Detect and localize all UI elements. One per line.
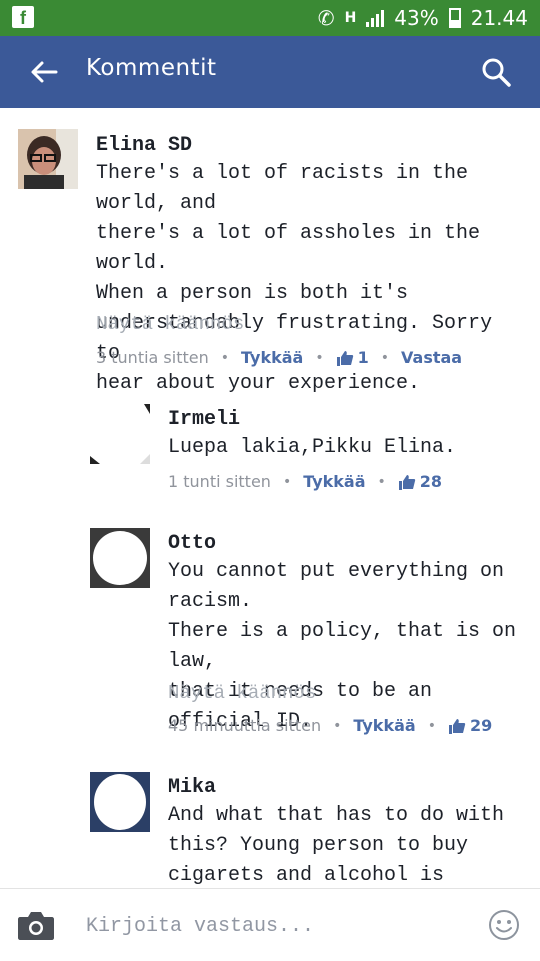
comment-timestamp: 1 tunti sitten <box>168 472 271 491</box>
like-count: 29 <box>469 716 493 735</box>
phone-icon: ✆ <box>317 6 335 30</box>
status-bar: f ✆ H 43% 21.44 <box>0 0 540 36</box>
avatar[interactable] <box>90 772 150 832</box>
page-title: Kommentit <box>86 55 217 81</box>
reply-input[interactable] <box>84 909 468 943</box>
comment-meta: 45 minuuttia sitten • Tykkää • 29 <box>168 716 492 735</box>
comment-item: Elina SD There's a lot of racists in the… <box>0 108 540 395</box>
see-translation-link[interactable]: Näytä käännös <box>96 313 244 335</box>
see-translation-link[interactable]: Näytä käännös <box>168 682 316 704</box>
like-count: 1 <box>357 348 369 367</box>
profile-photo <box>90 528 150 588</box>
comment-meta: 1 tunti sitten • Tykkää • 28 <box>168 472 442 491</box>
profile-photo <box>18 129 78 189</box>
comment-timestamp: 3 tuntia sitten <box>96 348 209 367</box>
camera-icon[interactable] <box>16 907 56 943</box>
separator-dot: • <box>377 473 386 490</box>
profile-photo <box>90 404 150 464</box>
comment-text: Luepa lakia,Pikku Elina. <box>168 436 457 459</box>
like-count-badge[interactable]: 29 <box>448 716 492 735</box>
signal-icon <box>366 9 385 27</box>
like-button[interactable]: Tykkää <box>353 716 415 735</box>
like-button[interactable]: Tykkää <box>303 472 365 491</box>
thumbs-up-icon <box>448 718 466 734</box>
reply-composer <box>0 888 540 961</box>
emoji-icon[interactable] <box>488 909 520 941</box>
comment-author[interactable]: Otto <box>168 532 216 555</box>
avatar[interactable] <box>90 528 150 588</box>
reply-item: Otto You cannot put everything on racism… <box>0 522 540 752</box>
battery-icon <box>448 8 461 28</box>
separator-dot: • <box>333 717 342 734</box>
comment-timestamp: 45 minuuttia sitten <box>168 716 322 735</box>
comment-text: You cannot put everything on racism. The… <box>168 560 517 733</box>
like-button[interactable]: Tykkää <box>241 348 303 367</box>
separator-dot: • <box>427 717 436 734</box>
avatar[interactable] <box>18 129 78 189</box>
status-icons: ✆ H 43% 21.44 <box>318 0 528 36</box>
clock: 21.44 <box>470 6 528 30</box>
reply-button[interactable]: Vastaa <box>401 348 462 367</box>
separator-dot: • <box>220 349 230 366</box>
thumbs-up-icon <box>398 474 415 490</box>
app-bar: Kommentit <box>0 36 540 108</box>
separator-dot: • <box>282 473 292 490</box>
network-type: H <box>344 10 357 26</box>
back-arrow-icon[interactable] <box>26 54 62 90</box>
like-count-badge[interactable]: 1 <box>336 348 369 367</box>
comment-meta: 3 tuntia sitten • Tykkää • 1 • Vastaa <box>96 348 462 367</box>
comment-text: And what that has to do with this? Young… <box>168 804 505 887</box>
like-count: 28 <box>419 472 443 491</box>
separator-dot: • <box>380 349 390 366</box>
avatar[interactable] <box>90 404 150 464</box>
separator-dot: • <box>315 349 324 366</box>
search-icon[interactable] <box>478 54 514 90</box>
comments-list: Elina SD There's a lot of racists in the… <box>0 108 540 888</box>
comment-author[interactable]: Elina SD <box>96 134 192 157</box>
reply-item: Mika And what that has to do with this? … <box>0 766 540 888</box>
like-count-badge[interactable]: 28 <box>398 472 442 491</box>
reply-item: Irmeli Luepa lakia,Pikku Elina. 1 tunti … <box>0 398 540 508</box>
battery-percent: 43% <box>394 6 439 30</box>
comment-author[interactable]: Irmeli <box>168 408 240 431</box>
profile-photo <box>90 772 150 832</box>
thumbs-up-icon <box>336 350 353 366</box>
facebook-notification-icon: f <box>12 6 34 28</box>
comment-author[interactable]: Mika <box>168 776 216 799</box>
